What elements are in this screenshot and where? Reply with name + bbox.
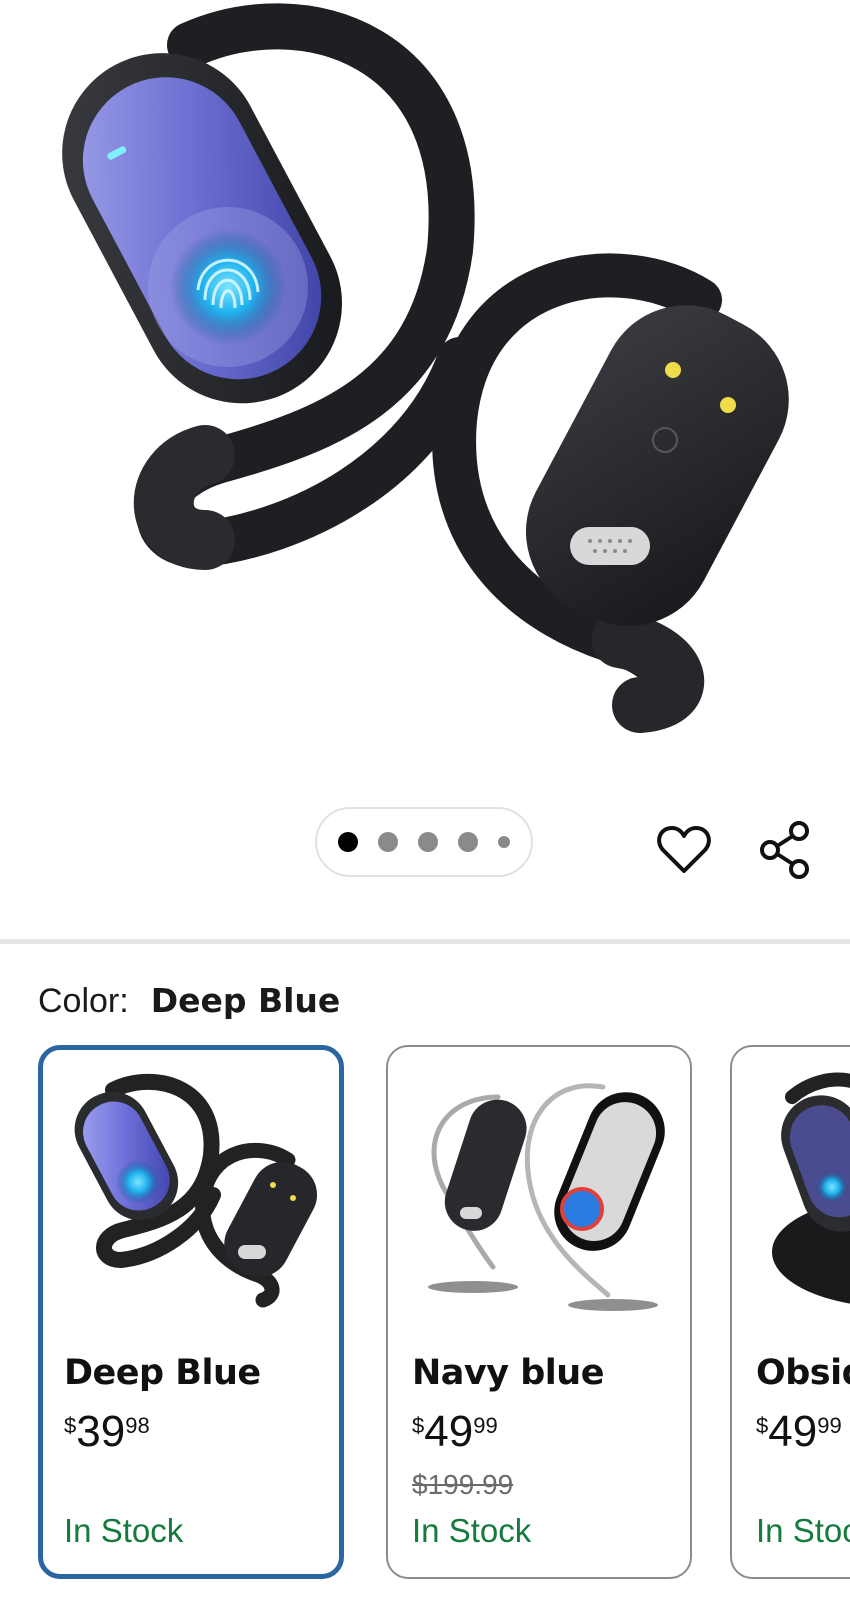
carousel-dot-1[interactable]: [338, 832, 358, 852]
share-icon: [760, 821, 809, 879]
section-divider: [0, 939, 850, 944]
deep-blue-thumbnail: [74, 1073, 318, 1308]
heart-icon: [657, 826, 711, 873]
carousel-dot-3[interactable]: [418, 832, 438, 852]
carousel-dot-2[interactable]: [378, 832, 398, 852]
favorite-button[interactable]: [649, 815, 719, 885]
navy-blue-thumbnail: [428, 1083, 665, 1311]
color-option-name: Deep Blue: [64, 1353, 261, 1393]
stock-status: In Stock: [64, 1512, 184, 1549]
product-hero-image[interactable]: [0, 0, 850, 790]
color-option-navy-blue[interactable]: Navy blue $4999 $199.99 In Stock: [386, 1045, 692, 1579]
obsidian-thumbnail: [772, 1072, 850, 1304]
color-option-price: $4999: [756, 1407, 842, 1456]
share-button[interactable]: [750, 815, 820, 885]
color-option-price: $3998: [64, 1407, 150, 1456]
color-label: Color:: [38, 982, 129, 1020]
color-options-list[interactable]: Deep Blue $3998 In Stock Navy blue $4999…: [38, 1045, 850, 1595]
original-price: $199.99: [412, 1469, 514, 1500]
color-option-obsidian[interactable]: Obsidian $4999 In Stock: [730, 1045, 850, 1579]
selected-color-value: Deep Blue: [150, 981, 341, 1020]
stock-status: In Stock: [412, 1512, 532, 1549]
color-option-name: Obsidian: [756, 1353, 850, 1393]
image-carousel-indicator[interactable]: [315, 807, 533, 877]
earbuds-illustration: [62, 3, 789, 733]
carousel-dot-4[interactable]: [458, 832, 478, 852]
color-option-price: $4999: [412, 1407, 498, 1456]
color-option-deep-blue[interactable]: Deep Blue $3998 In Stock: [38, 1045, 344, 1579]
carousel-dot-5[interactable]: [498, 836, 510, 848]
color-selector-heading: Color: Deep Blue: [38, 979, 340, 1023]
stock-status: In Stock: [756, 1512, 850, 1549]
color-option-name: Navy blue: [412, 1353, 604, 1393]
